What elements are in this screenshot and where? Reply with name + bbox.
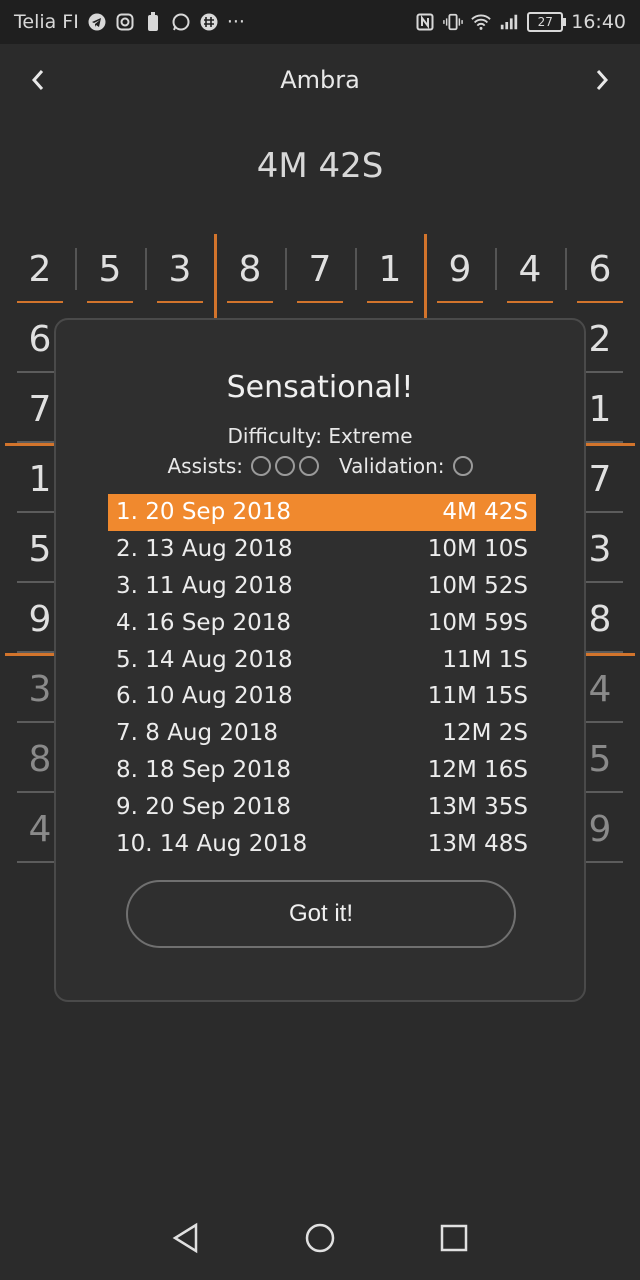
assists-indicator (251, 456, 319, 476)
score-row: 4. 16 Sep 2018 10M 59S (108, 604, 536, 641)
score-time: 10M 52S (427, 572, 528, 599)
cell-divider (355, 248, 357, 290)
score-row: 7. 8 Aug 2018 12M 2S (108, 715, 536, 752)
back-triangle-icon (172, 1222, 198, 1254)
grid-cell[interactable]: 7 (285, 234, 355, 304)
puzzle-header: Ambra (0, 44, 640, 116)
cell-divider (285, 248, 287, 290)
puzzle-title: Ambra (280, 66, 360, 94)
recents-square-icon (440, 1224, 467, 1252)
score-row: 2. 13 Aug 2018 10M 10S (108, 531, 536, 568)
score-time: 12M 16S (427, 756, 528, 783)
system-nav-bar (0, 1200, 640, 1280)
elapsed-timer: 4M 42S (256, 146, 384, 186)
score-time: 11M 1S (442, 646, 528, 673)
score-rank-date: 6. 10 Aug 2018 (116, 683, 293, 710)
assists-row: Assists: Validation: (56, 454, 584, 478)
score-time: 12M 2S (442, 720, 528, 747)
chevron-left-icon (31, 70, 44, 90)
slack-icon (199, 12, 219, 32)
score-time: 13M 48S (427, 830, 528, 857)
whatsapp-icon (171, 12, 191, 32)
grid-cell[interactable]: 6 (565, 234, 635, 304)
cell-divider (75, 248, 77, 290)
home-button[interactable] (304, 1222, 336, 1258)
validation-label: Validation: (339, 454, 445, 478)
got-it-button[interactable]: Got it! (126, 880, 516, 948)
score-rank-date: 4. 16 Sep 2018 (116, 609, 292, 636)
more-notifications: ··· (226, 11, 245, 33)
grid-cell[interactable]: 4 (495, 234, 565, 304)
assists-label: Assists: (167, 454, 244, 478)
grid-cell[interactable]: 1 (355, 234, 425, 304)
cell-divider (145, 248, 147, 290)
carrier-label: Telia FI (14, 11, 79, 33)
completion-dialog: Sensational! Difficulty: Extreme Assists… (54, 318, 586, 1002)
score-row: 6. 10 Aug 2018 11M 15S (108, 678, 536, 715)
score-rank-date: 1. 20 Sep 2018 (116, 499, 292, 526)
grid-cell[interactable]: 2 (5, 234, 75, 304)
recents-button[interactable] (439, 1223, 469, 1257)
signal-icon (499, 12, 519, 32)
grid-cell[interactable]: 9 (425, 234, 495, 304)
score-rank-date: 9. 20 Sep 2018 (116, 793, 292, 820)
score-row: 3. 11 Aug 2018 10M 52S (108, 568, 536, 605)
assist-ring-icon (299, 456, 319, 476)
telegram-icon (87, 12, 107, 32)
score-rank-date: 8. 18 Sep 2018 (116, 756, 292, 783)
score-time: 13M 35S (427, 793, 528, 820)
validation-ring-icon (452, 456, 473, 476)
instagram-icon (115, 12, 135, 32)
previous-puzzle-button[interactable] (24, 66, 52, 94)
score-time: 10M 10S (427, 536, 528, 563)
cell-divider (565, 248, 567, 290)
nfc-icon (415, 12, 435, 32)
grid-cell[interactable]: 3 (145, 234, 215, 304)
score-rank-date: 2. 13 Aug 2018 (116, 536, 293, 563)
score-time: 10M 59S (427, 609, 528, 636)
status-bar: Telia FI ··· 27 16:40 (0, 0, 640, 44)
assist-ring-icon (251, 456, 271, 476)
score-rank-date: 3. 11 Aug 2018 (116, 572, 293, 599)
back-button[interactable] (171, 1222, 201, 1258)
score-row: 5. 14 Aug 2018 11M 1S (108, 641, 536, 678)
grid-cell[interactable]: 8 (215, 234, 285, 304)
difficulty-label: Difficulty: Extreme (227, 424, 413, 448)
vibrate-icon (443, 12, 464, 32)
wifi-icon (471, 12, 491, 32)
score-row: 9. 20 Sep 2018 13M 35S (108, 788, 536, 825)
score-row: 10. 14 Aug 2018 13M 48S (108, 825, 536, 862)
score-time: 11M 15S (427, 683, 528, 710)
score-time: 4M 42S (442, 499, 528, 526)
battery-saver-icon (143, 12, 163, 32)
score-rank-date: 10. 14 Aug 2018 (116, 830, 308, 857)
dialog-headline: Sensational! (226, 370, 414, 405)
score-rank-date: 7. 8 Aug 2018 (116, 720, 278, 747)
battery-level: 27 (537, 15, 553, 29)
next-puzzle-button[interactable] (588, 66, 616, 94)
score-row: 1. 20 Sep 2018 4M 42S (108, 494, 536, 531)
home-circle-icon (305, 1223, 335, 1253)
status-right: 27 16:40 (415, 11, 626, 33)
status-left: Telia FI ··· (14, 11, 245, 33)
score-row: 8. 18 Sep 2018 12M 16S (108, 752, 536, 789)
chevron-right-icon (596, 70, 608, 90)
clock: 16:40 (571, 11, 626, 33)
cell-divider (495, 248, 497, 290)
assist-ring-icon (275, 456, 295, 476)
battery-icon: 27 (527, 12, 567, 32)
best-times-list: 1. 20 Sep 2018 4M 42S 2. 13 Aug 2018 10M 10… (108, 494, 536, 862)
grid-cell[interactable]: 5 (75, 234, 145, 304)
score-rank-date: 5. 14 Aug 2018 (116, 646, 293, 673)
